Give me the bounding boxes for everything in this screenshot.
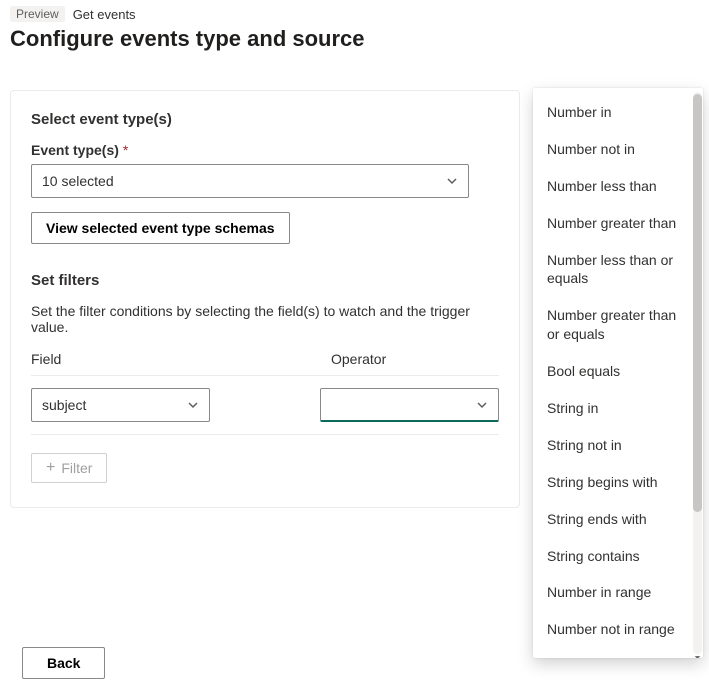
add-filter-label: Filter <box>61 460 92 476</box>
filter-row: subject <box>31 376 499 435</box>
event-types-select[interactable]: 10 selected <box>31 164 469 198</box>
operator-option[interactable]: Number in range <box>533 574 703 611</box>
field-select[interactable]: subject <box>31 388 210 422</box>
event-types-label-text: Event type(s) <box>31 142 119 158</box>
back-button[interactable]: Back <box>22 647 105 679</box>
breadcrumb: Preview Get events <box>10 6 699 22</box>
operator-option[interactable]: Number not in <box>533 131 703 168</box>
scrollbar-thumb[interactable] <box>693 94 702 512</box>
operator-option[interactable]: Bool equals <box>533 353 703 390</box>
operator-option[interactable]: Number not in range <box>533 611 703 648</box>
chevron-down-icon <box>476 399 488 411</box>
plus-icon: + <box>46 460 55 476</box>
operator-option[interactable]: Number in <box>533 94 703 131</box>
context-label: Get events <box>73 7 136 22</box>
filter-headers: Field Operator <box>31 351 499 376</box>
operator-select[interactable] <box>320 388 499 422</box>
scrollbar-down-arrow[interactable] <box>693 652 702 658</box>
required-indicator: * <box>123 142 128 158</box>
operator-option[interactable]: String begins with <box>533 464 703 501</box>
add-filter-button[interactable]: + Filter <box>31 453 107 483</box>
view-schemas-button[interactable]: View selected event type schemas <box>31 212 290 244</box>
event-types-label: Event type(s) * <box>31 142 499 158</box>
operator-option[interactable]: Number less than <box>533 168 703 205</box>
filters-description: Set the filter conditions by selecting t… <box>31 303 499 335</box>
preview-badge: Preview <box>10 6 65 22</box>
operator-option[interactable]: Number less than or equals <box>533 242 703 298</box>
chevron-down-icon <box>187 399 199 411</box>
page-title: Configure events type and source <box>10 26 699 52</box>
operator-option[interactable]: String in <box>533 390 703 427</box>
caret-down-icon <box>694 654 701 659</box>
operator-dropdown: Number inNumber not inNumber less thanNu… <box>533 88 703 658</box>
operator-option[interactable]: Number greater than <box>533 205 703 242</box>
filter-header-field: Field <box>31 351 331 367</box>
event-types-section: Select event type(s) Event type(s) * 10 … <box>31 111 499 244</box>
section-title-filters: Set filters <box>31 272 499 289</box>
event-types-selected-text: 10 selected <box>42 173 114 189</box>
operator-option[interactable]: String not in <box>533 427 703 464</box>
filter-table: Field Operator subject <box>31 351 499 435</box>
operator-option[interactable]: String ends with <box>533 501 703 538</box>
config-panel: Select event type(s) Event type(s) * 10 … <box>10 90 520 508</box>
operator-option[interactable]: Number greater than or equals <box>533 297 703 353</box>
operator-option[interactable]: String contains <box>533 538 703 575</box>
dropdown-listbox[interactable]: Number inNumber not inNumber less thanNu… <box>533 94 703 652</box>
section-title-event-types: Select event type(s) <box>31 111 499 128</box>
filter-header-operator: Operator <box>331 351 499 367</box>
set-filters-section: Set filters Set the filter conditions by… <box>31 272 499 483</box>
page-header: Preview Get events Configure events type… <box>0 0 709 62</box>
chevron-down-icon <box>446 175 458 187</box>
field-select-value: subject <box>42 397 86 413</box>
